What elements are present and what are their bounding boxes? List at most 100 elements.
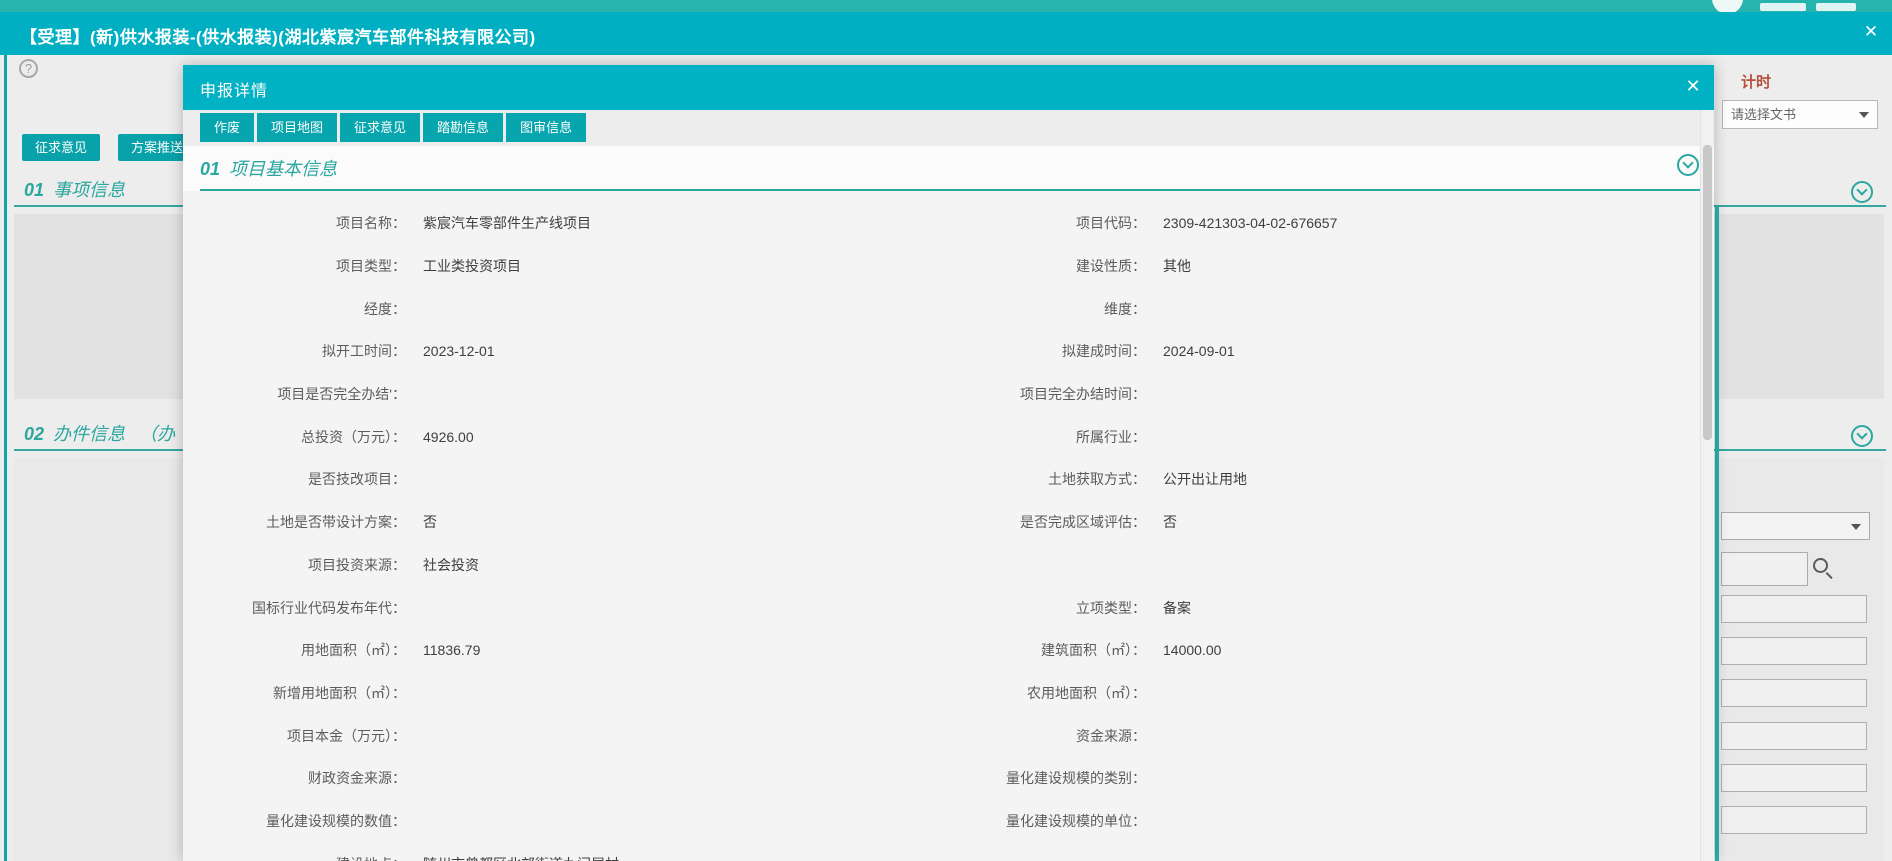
detail-row: 经度： 维度：: [183, 287, 1714, 330]
section-matter-info: 01 事项信息: [24, 176, 125, 202]
modal-header: 申报详情 ✕: [183, 65, 1714, 110]
field-label: 国标行业代码发布年代：: [183, 598, 406, 618]
field-label: 资金来源：: [906, 726, 1146, 746]
field-value: 工业类投资项目: [406, 256, 906, 276]
top-strip-clipped-text: [1760, 3, 1806, 11]
detail-row: 项目是否完全办结'： 项目完全办结时间：: [183, 373, 1714, 416]
empty-input[interactable]: [1721, 764, 1867, 792]
search-icon[interactable]: [1813, 558, 1837, 582]
avatar[interactable]: [1712, 0, 1743, 12]
detail-row: 项目投资来源：社会投资: [183, 544, 1714, 587]
field-label: 项目代码：: [906, 213, 1146, 233]
field-value: 2024-09-01: [1146, 343, 1714, 359]
field-label: 项目是否完全办结'：: [183, 384, 406, 404]
section-title: 项目基本信息: [229, 159, 337, 179]
section-project-basic-info: 01 项目基本信息: [200, 155, 337, 181]
field-value: 公开出让用地: [1146, 469, 1714, 489]
section-number: 01: [24, 180, 44, 200]
chevron-down-icon[interactable]: [1851, 181, 1873, 203]
modal-section-band: 01 项目基本信息: [183, 146, 1714, 191]
modal-title: 申报详情: [200, 77, 268, 101]
field-label: 拟开工时间：: [183, 341, 406, 361]
window-close-icon[interactable]: ✕: [1860, 22, 1882, 42]
document-select[interactable]: 请选择文书: [1722, 100, 1878, 129]
field-value: 4926.00: [406, 429, 906, 445]
empty-input[interactable]: [1721, 679, 1867, 707]
modal-tab[interactable]: 征求意见: [340, 113, 420, 142]
field-label: 建设性质：: [906, 256, 1146, 276]
document-select-value: 请选择文书: [1731, 101, 1796, 128]
field-label: 项目投资来源：: [183, 555, 406, 575]
detail-row: 项目名称：紫宸汽车零部件生产线项目项目代码：2309-421303-04-02-…: [183, 202, 1714, 245]
top-strip-clipped-text: [1816, 3, 1856, 11]
section-number: 02: [24, 424, 44, 444]
detail-row: 拟开工时间：2023-12-01拟建成时间：2024-09-01: [183, 330, 1714, 373]
detail-row: 财政资金来源： 量化建设规模的类别：: [183, 757, 1714, 800]
search-input[interactable]: [1721, 552, 1808, 586]
detail-row: 项目类型：工业类投资项目建设性质：其他: [183, 245, 1714, 288]
field-label: 项目本金（万元）：: [183, 726, 406, 746]
field-label: 维度：: [906, 299, 1146, 319]
chevron-down-icon[interactable]: [1677, 154, 1699, 176]
declaration-detail-modal: 申报详情 ✕ 作废项目地图征求意见踏勘信息图审信息 01 项目基本信息 项目名称：…: [183, 65, 1714, 861]
section-title: 办件信息: [53, 424, 125, 444]
consult-opinion-button[interactable]: 征求意见: [22, 134, 100, 161]
field-value: 2309-421303-04-02-676657: [1146, 215, 1714, 231]
detail-row: 总投资（万元）：4926.00所属行业：: [183, 415, 1714, 458]
field-label: 经度：: [183, 299, 406, 319]
modal-tab[interactable]: 作废: [200, 113, 254, 142]
section-title-suffix: （办: [139, 424, 175, 444]
field-value: 2023-12-01: [406, 343, 906, 359]
field-label: 用地面积（㎡）：: [183, 640, 406, 660]
section-case-info: 02 办件信息 （办: [24, 420, 175, 446]
field-label: 土地是否带设计方案：: [183, 512, 406, 532]
modal-tab[interactable]: 踏勘信息: [423, 113, 503, 142]
field-label: 农用地面积（㎡）：: [906, 683, 1146, 703]
case-select[interactable]: [1721, 512, 1870, 540]
field-value: 备案: [1146, 598, 1714, 618]
empty-input[interactable]: [1721, 722, 1867, 750]
detail-row: 建设地点：随州市曾都区北郊街道九间屋村: [183, 842, 1714, 861]
modal-body: 项目名称：紫宸汽车零部件生产线项目项目代码：2309-421303-04-02-…: [183, 191, 1714, 861]
detail-row: 量化建设规模的数值： 量化建设规模的单位：: [183, 800, 1714, 843]
modal-tab[interactable]: 图审信息: [506, 113, 586, 142]
field-label: 量化建设规模的单位：: [906, 811, 1146, 831]
field-label: 建筑面积（㎡）：: [906, 640, 1146, 660]
detail-row: 项目本金（万元）： 资金来源：: [183, 714, 1714, 757]
empty-input[interactable]: [1721, 595, 1867, 623]
empty-input[interactable]: [1721, 637, 1867, 665]
field-label: 量化建设规模的数值：: [183, 811, 406, 831]
field-label: 建设地点：: [183, 854, 406, 861]
modal-tab[interactable]: 项目地图: [257, 113, 337, 142]
detail-rows: 项目名称：紫宸汽车零部件生产线项目项目代码：2309-421303-04-02-…: [183, 191, 1714, 861]
section-title: 事项信息: [53, 180, 125, 200]
field-label: 新增用地面积（㎡）：: [183, 683, 406, 703]
chevron-down-icon[interactable]: [1851, 425, 1873, 447]
timer-label: 计时: [1741, 71, 1771, 92]
caret-down-icon: [1851, 524, 1861, 530]
field-label: 所属行业：: [906, 427, 1146, 447]
empty-input[interactable]: [1721, 806, 1867, 834]
field-label: 项目完全办结时间：: [906, 384, 1146, 404]
field-label: 总投资（万元）：: [183, 427, 406, 447]
field-label: 拟建成时间：: [906, 341, 1146, 361]
top-strip: [0, 0, 1892, 12]
modal-close-icon[interactable]: ✕: [1682, 76, 1704, 97]
field-label: 量化建设规模的类别：: [906, 768, 1146, 788]
scrollbar-thumb[interactable]: [1703, 145, 1712, 440]
field-value: 否: [406, 512, 906, 532]
field-value: 其他: [1146, 256, 1714, 276]
field-label: 财政资金来源：: [183, 768, 406, 788]
modal-tabs: 作废项目地图征求意见踏勘信息图审信息: [183, 110, 1714, 146]
field-value: 社会投资: [406, 555, 906, 575]
modal-scrollbar[interactable]: [1700, 110, 1713, 861]
window-title: 【受理】(新)供水报装-(供水报装)(湖北紫宸汽车部件科技有限公司): [20, 23, 536, 48]
field-value: 紫宸汽车零部件生产线项目: [406, 213, 906, 233]
section-number: 01: [200, 159, 220, 179]
help-icon[interactable]: ?: [19, 59, 38, 78]
left-divider: [4, 55, 7, 861]
field-value: 否: [1146, 512, 1714, 532]
detail-row: 是否技改项目：土地获取方式：公开出让用地: [183, 458, 1714, 501]
field-label: 是否技改项目：: [183, 469, 406, 489]
detail-row: 用地面积（㎡）：11836.79建筑面积（㎡）：14000.00: [183, 629, 1714, 672]
